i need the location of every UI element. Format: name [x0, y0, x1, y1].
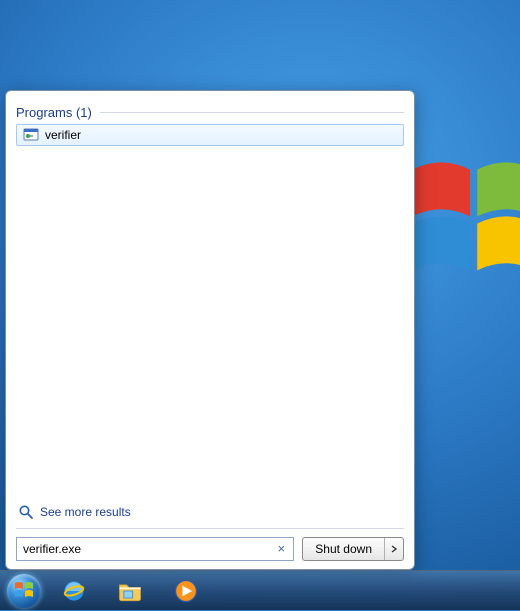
search-input-wrap[interactable]: ×: [16, 537, 294, 561]
result-label: verifier: [45, 128, 81, 142]
see-more-label: See more results: [40, 505, 131, 519]
result-item-verifier[interactable]: verifier: [16, 124, 404, 146]
start-menu-bottom-row: × Shut down: [14, 537, 406, 561]
start-menu: Programs (1) verifier See more results ×…: [5, 90, 415, 570]
search-results-panel: Programs (1) verifier See more results: [14, 99, 406, 528]
start-orb-icon: [7, 574, 41, 608]
folder-icon: [116, 577, 144, 605]
taskbar-app-internet-explorer[interactable]: [48, 575, 100, 607]
shutdown-split-button[interactable]: Shut down: [302, 537, 404, 561]
taskbar: [0, 570, 520, 610]
program-icon: [23, 127, 39, 143]
clear-search-icon[interactable]: ×: [273, 541, 289, 557]
results-group-header: Programs (1): [14, 99, 406, 122]
see-more-results-link[interactable]: See more results: [14, 498, 406, 528]
internet-explorer-icon: [60, 577, 88, 605]
divider: [100, 112, 404, 113]
results-empty-space: [14, 146, 406, 498]
taskbar-app-file-explorer[interactable]: [104, 575, 156, 607]
search-icon: [18, 504, 34, 520]
divider: [16, 528, 404, 529]
media-player-icon: [172, 577, 200, 605]
shutdown-button[interactable]: Shut down: [303, 538, 385, 560]
search-input[interactable]: [23, 542, 271, 556]
taskbar-app-media-player[interactable]: [160, 575, 212, 607]
start-button[interactable]: [4, 571, 44, 611]
group-title: Programs (1): [16, 105, 92, 120]
shutdown-options-arrow[interactable]: [385, 538, 403, 560]
